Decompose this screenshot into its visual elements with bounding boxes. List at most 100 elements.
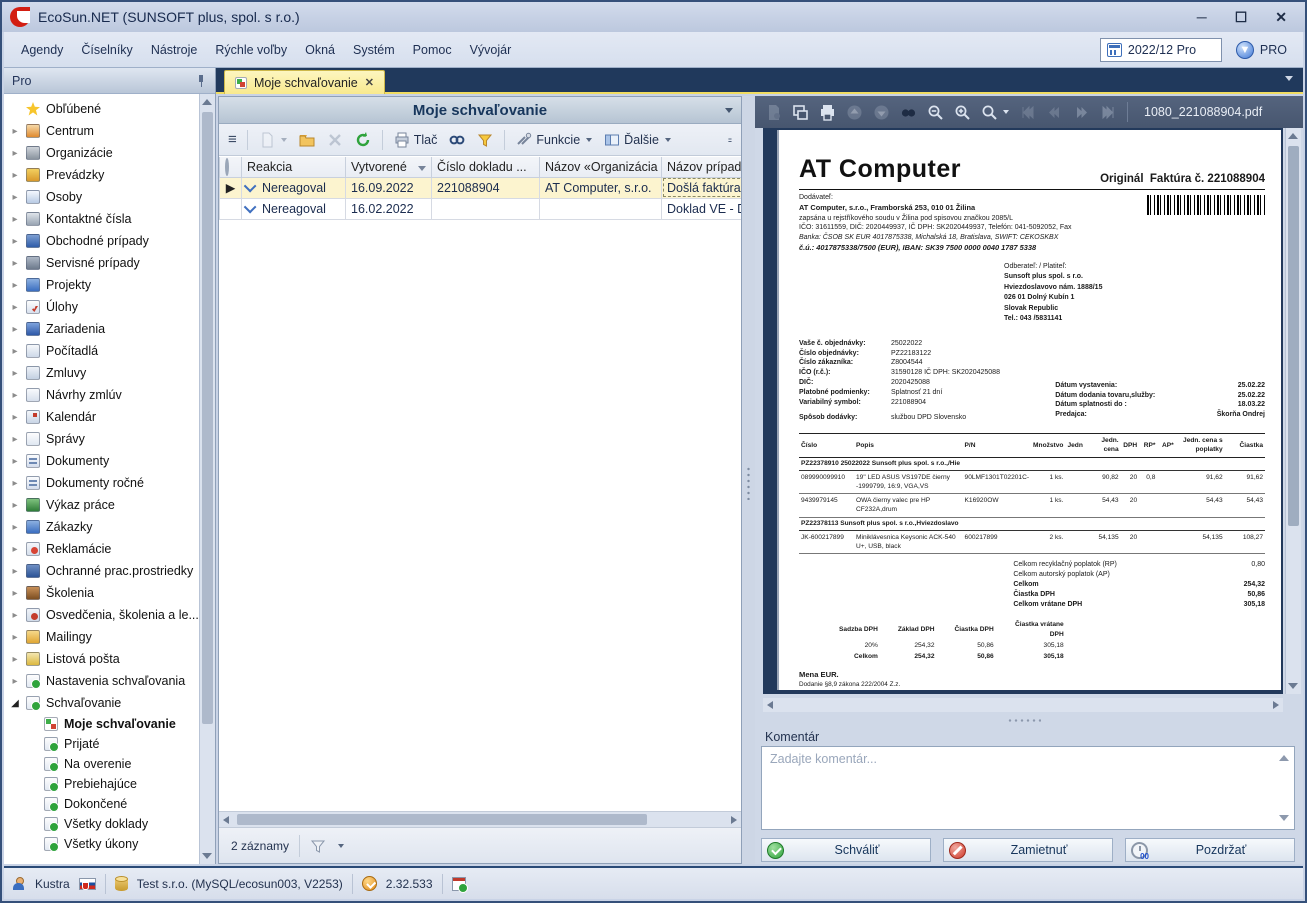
hold-button[interactable]: Pozdržať [1125,838,1295,862]
close-button[interactable]: ✕ [1275,9,1287,26]
period-field[interactable] [1100,38,1222,62]
sidebar-item-dokumenty-rocne[interactable]: ▸Dokumenty ročné [4,472,199,494]
sidebar-item-ochranne-prostriedky[interactable]: ▸Ochranné prac.prostriedky [4,560,199,582]
expand-arrow-icon[interactable]: ▸ [10,258,20,269]
save-copy-icon[interactable] [792,104,809,121]
maximize-button[interactable]: ☐ [1235,9,1248,26]
scroll-thumb[interactable] [202,112,213,724]
pro-menu[interactable]: ▼ PRO [1236,41,1287,59]
first-page-icon[interactable] [1019,104,1036,121]
toolbar-overflow-icon[interactable]: ⹀ [725,129,735,151]
menu-system[interactable]: Systém [344,39,404,61]
sidebar-item-mailingy[interactable]: ▸Mailingy [4,626,199,648]
next-page-icon[interactable] [1073,104,1090,121]
refresh-button[interactable] [352,130,374,150]
functions-menu[interactable]: Funkcie [513,130,595,150]
column-header-organizacia[interactable]: Názov «Organizácia ... [540,157,662,177]
expand-arrow-icon[interactable]: ▸ [10,434,20,445]
expand-arrow-icon[interactable]: ▸ [10,214,20,225]
scroll-right-icon[interactable] [731,816,737,824]
sidebar-item-prevadzky[interactable]: ▸Prevádzky [4,164,199,186]
scroll-right-icon[interactable] [1273,701,1279,709]
expand-arrow-icon[interactable]: ▸ [10,566,20,577]
sidebar-item-zakazky[interactable]: ▸Zákazky [4,516,199,538]
expand-arrow-icon[interactable]: ▸ [10,280,20,291]
expand-arrow-icon[interactable]: ▸ [10,148,20,159]
sidebar-item-organizacie[interactable]: ▸Organizácie [4,142,199,164]
tab-moje-schvalovanie[interactable]: Moje schvaľovanie ✕ [224,70,385,94]
pdf-viewport[interactable]: AT Computer Originál Faktúra č. 22108890… [763,128,1283,694]
reject-button[interactable]: Zamietnuť [943,838,1113,862]
expand-arrow-icon[interactable]: ▸ [10,544,20,555]
expand-arrow-icon[interactable]: ▸ [10,610,20,621]
tabstrip-dropdown-icon[interactable] [1285,76,1293,81]
sidebar-item-servisne-pripady[interactable]: ▸Servisné prípady [4,252,199,274]
reaction-icon[interactable] [244,200,257,213]
zoom-mode-icon[interactable] [981,104,998,121]
customize-menu-icon[interactable]: ≡ [225,129,239,150]
minimize-button[interactable]: ─ [1197,9,1207,26]
scroll-up-icon[interactable] [202,99,212,105]
sidebar-item-oblubene[interactable]: Obľúbené [4,98,199,120]
expand-arrow-icon[interactable]: ▸ [10,522,20,533]
scroll-up-icon[interactable] [1288,133,1298,139]
pin-icon[interactable] [195,75,207,87]
expand-arrow-icon[interactable]: ▸ [10,500,20,511]
sidebar-item-spravy[interactable]: ▸Správy [4,428,199,450]
zoom-in-icon[interactable] [954,104,971,121]
pdf-vscrollbar[interactable] [1285,128,1301,694]
print-button[interactable]: Tlač [391,130,441,150]
approve-button[interactable]: Schváliť [761,838,931,862]
reaction-icon[interactable] [244,179,257,192]
footer-filter-icon[interactable] [310,838,326,854]
collapse-arrow-icon[interactable]: ◢ [10,698,20,709]
search-button[interactable] [446,130,468,150]
delete-record-button[interactable] [324,130,346,150]
column-header-reakcia[interactable]: Reakcia [242,157,346,177]
column-header-vytvorene[interactable]: Vytvorené [346,157,432,177]
sidebar-item-osoby[interactable]: ▸Osoby [4,186,199,208]
expand-arrow-icon[interactable]: ▸ [10,654,20,665]
sidebar-item-vykaz-prace[interactable]: ▸Výkaz práce [4,494,199,516]
sidebar-item-vsetky-doklady[interactable]: Všetky doklady [4,814,199,834]
sidebar-item-ulohy[interactable]: ▸Úlohy [4,296,199,318]
new-record-button[interactable] [256,130,290,150]
sidebar-item-reklamacie[interactable]: ▸Reklamácie [4,538,199,560]
column-header-nazov-pripadu[interactable]: Názov prípadu [662,157,742,177]
sidebar-item-kalendar[interactable]: ▸Kalendár [4,406,199,428]
comment-input[interactable]: Zadajte komentár... [761,746,1295,830]
expand-arrow-icon[interactable]: ▸ [10,368,20,379]
table-row[interactable]: ▶ Nereagoval 16.09.2022 221088904 AT Com… [220,177,742,198]
sidebar-item-prijate[interactable]: Prijaté [4,734,199,754]
expand-arrow-icon[interactable]: ▸ [10,390,20,401]
sidebar-item-pocitadla[interactable]: ▸Počítadlá [4,340,199,362]
sidebar-item-schvalovanie[interactable]: ◢Schvaľovanie [4,692,199,714]
column-header-cislo-dokladu[interactable]: Číslo dokladu ... [432,157,540,177]
footer-filter-dropdown-icon[interactable] [338,844,344,848]
menu-okna[interactable]: Okná [296,39,344,61]
expand-arrow-icon[interactable]: ▸ [10,588,20,599]
sidebar-item-zmluvy[interactable]: ▸Zmluvy [4,362,199,384]
vertical-splitter[interactable] [742,96,755,864]
menu-rychle-volby[interactable]: Rýchle voľby [206,39,296,61]
expand-arrow-icon[interactable]: ▸ [10,324,20,335]
expand-arrow-icon[interactable]: ▸ [10,192,20,203]
expand-arrow-icon[interactable]: ▸ [10,412,20,423]
sidebar-item-zariadenia[interactable]: ▸Zariadenia [4,318,199,340]
scroll-left-icon[interactable] [767,701,773,709]
zoom-dropdown-icon[interactable] [1003,110,1009,114]
period-input[interactable] [1128,43,1214,57]
more-menu[interactable]: Ďalšie [601,130,674,150]
menu-ciselniky[interactable]: Číselníky [72,39,141,61]
sidebar-item-nastavenia-schvalovania[interactable]: ▸Nastavenia schvaľovania [4,670,199,692]
attach-document-icon[interactable] [765,104,782,121]
table-row[interactable]: Nereagoval 16.02.2022 Doklad VE - DL: 18… [220,198,742,219]
scroll-down-icon[interactable] [202,853,212,859]
expand-arrow-icon[interactable]: ▸ [10,126,20,137]
panel-dropdown-icon[interactable] [725,108,733,113]
expand-arrow-icon[interactable]: ▸ [10,346,20,357]
sidebar-item-dokumenty[interactable]: ▸Dokumenty [4,450,199,472]
expand-arrow-icon[interactable]: ▸ [10,676,20,687]
expand-arrow-icon[interactable]: ▸ [10,456,20,467]
grid-hscrollbar[interactable] [219,811,741,827]
